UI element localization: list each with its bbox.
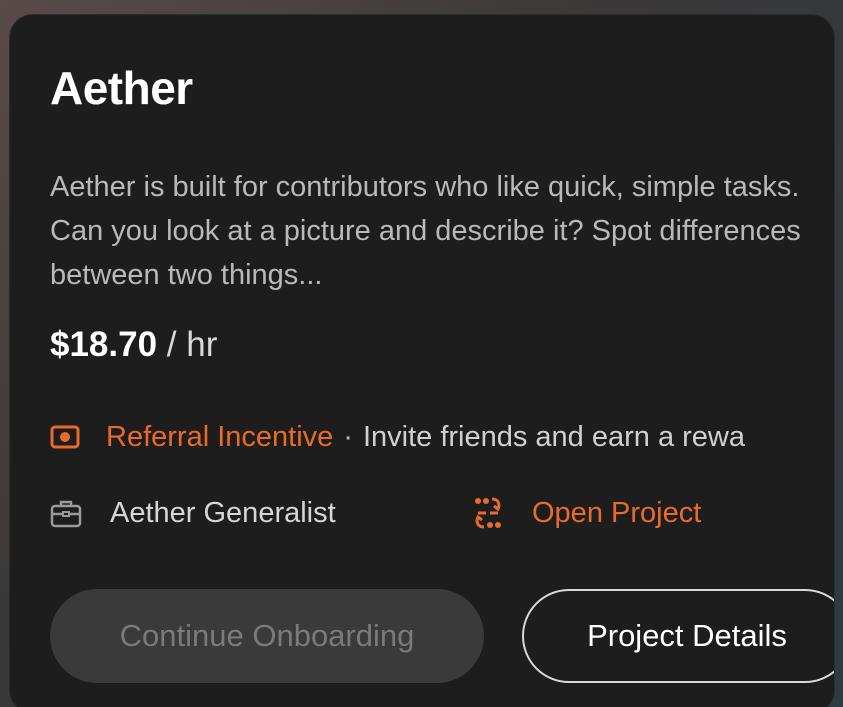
open-project-icon (472, 495, 504, 531)
role-row: Aether Generalist (50, 493, 336, 533)
separator-dot: · (343, 420, 353, 453)
project-description: Aether is built for contributors who lik… (50, 171, 801, 291)
pay-rate-amount: $18.70 (50, 325, 158, 364)
open-project-link[interactable]: Open Project (472, 493, 701, 533)
referral-incentive-row[interactable]: Referral Incentive · Invite friends and … (50, 417, 745, 457)
pay-rate-unit: / hr (166, 325, 218, 364)
pay-rate: $18.70 / hr (50, 325, 217, 365)
referral-incentive-text: Invite friends and earn a rewa (362, 420, 746, 453)
referral-incentive-label: Referral Incentive (106, 420, 334, 453)
project-details-button[interactable]: Project Details (522, 589, 834, 683)
project-title: Aether (50, 62, 193, 114)
open-project-label: Open Project (532, 496, 702, 529)
briefcase-icon (50, 498, 82, 528)
role-label: Aether Generalist (110, 496, 336, 529)
cash-icon (50, 424, 80, 450)
continue-onboarding-button[interactable]: Continue Onboarding (50, 589, 484, 683)
project-card: Aether Aether is built for contributors … (9, 14, 835, 707)
